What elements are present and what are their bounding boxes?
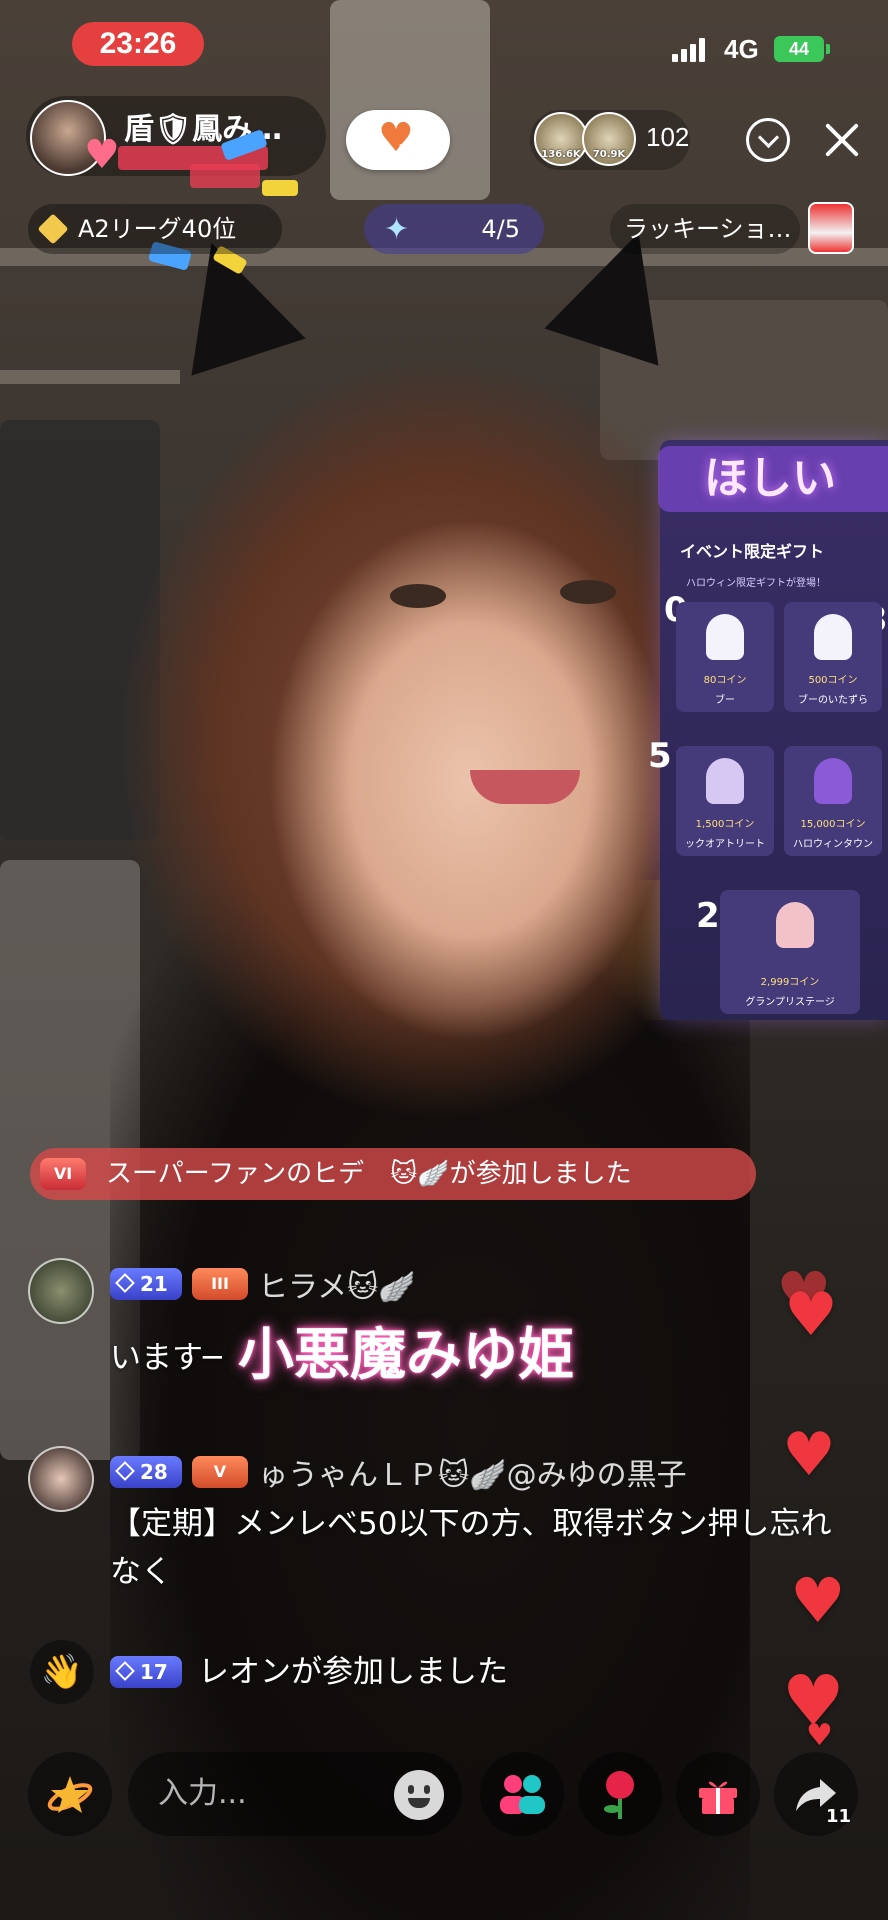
gift-card-name: ハロウィンタウン bbox=[793, 839, 873, 850]
live-stream-video: ほしい イベント限定ギフト ハロウィン限定ギフトが登場！ 0 3 5 20 80… bbox=[0, 0, 888, 1920]
gift-card: 15,000コイン ハロウィンタウン bbox=[784, 746, 882, 856]
gift-card-price: 2,999コイン bbox=[760, 977, 820, 988]
heart-sticker-icon: ♥ bbox=[84, 132, 120, 178]
close-icon[interactable] bbox=[820, 118, 864, 162]
wave-hand-icon[interactable]: 👋 bbox=[30, 1640, 94, 1704]
pumpkin-icon bbox=[814, 758, 852, 804]
gift-card: 80コイン ブー bbox=[676, 602, 774, 712]
chat-message-text: 【定期】メンレベ50以下の方、取得ボタン押し忘れなく bbox=[110, 1506, 832, 1590]
user-level-badge: 21 bbox=[110, 1268, 182, 1300]
gift-card-name: グランプリステージ bbox=[745, 997, 835, 1008]
chat-system-message: レオンが参加しました bbox=[198, 1654, 508, 1690]
fan-level-badge: VI bbox=[40, 1158, 86, 1190]
floating-heart-icon: ♥ bbox=[790, 1564, 846, 1637]
status-time: 23:26 bbox=[72, 22, 204, 66]
gift-button[interactable] bbox=[676, 1752, 760, 1836]
background-plush bbox=[330, 0, 490, 200]
battery-icon: 44 bbox=[774, 36, 830, 62]
gift-panel-banner: ほしい bbox=[658, 446, 888, 512]
gift-card: 500コイン ブーのいたずら bbox=[784, 602, 882, 712]
rose-icon bbox=[604, 1770, 634, 1819]
gift-card: 1,500コイン ックオアトリート bbox=[676, 746, 774, 856]
confetti-decoration bbox=[262, 180, 298, 196]
network-type: 4G bbox=[724, 34, 759, 64]
chevron-down-icon[interactable] bbox=[746, 118, 790, 162]
floating-heart-icon: ♥ bbox=[806, 1718, 833, 1753]
lucky-show-chip[interactable]: ラッキーショ… bbox=[610, 204, 800, 254]
floating-heart-icon: ♥ bbox=[784, 1280, 838, 1350]
magic-wand-icon: ✦ bbox=[384, 212, 410, 247]
top-viewer-avatar[interactable]: 70.9K bbox=[582, 112, 636, 166]
gift-card-name: ブーのいたずら bbox=[798, 695, 868, 706]
ghost-icon bbox=[706, 614, 744, 660]
share-count: 11 bbox=[826, 1806, 852, 1827]
gift-card-name: ックオアトリート bbox=[685, 839, 765, 850]
join-banner-text: スーパーファンのヒデ 🐱🪽が参加しました bbox=[106, 1159, 632, 1189]
top-viewer-avatar[interactable]: 136.6K bbox=[534, 112, 588, 166]
rose-gift-button[interactable] bbox=[578, 1752, 662, 1836]
confetti-decoration bbox=[190, 164, 260, 188]
chat-avatar[interactable] bbox=[28, 1258, 94, 1324]
people-icon bbox=[500, 1774, 545, 1814]
top-viewer-score: 136.6K bbox=[541, 149, 581, 160]
streamer-mouth bbox=[470, 770, 580, 804]
chat-username[interactable]: ゅうゃんＬＰ🐱🪽@みゆの黒子 bbox=[258, 1450, 687, 1494]
emoji-icon[interactable] bbox=[394, 1770, 444, 1820]
ghost-icon bbox=[706, 758, 744, 804]
user-level-badge: 17 bbox=[110, 1656, 182, 1688]
fan-level-badge: III bbox=[192, 1268, 248, 1300]
user-level-badge: 28 bbox=[110, 1456, 182, 1488]
name-sticker: 小悪魔みゆ姫 bbox=[238, 1323, 574, 1388]
gift-card-name: ブー bbox=[715, 695, 735, 706]
star-planet-button[interactable] bbox=[28, 1752, 112, 1836]
chat-avatar[interactable] bbox=[28, 1446, 94, 1512]
gift-card-price: 500コイン bbox=[808, 675, 858, 686]
gift-card: 2,999コイン グランプリステージ bbox=[720, 890, 860, 1014]
ghost-icon bbox=[814, 614, 852, 660]
collab-button[interactable] bbox=[480, 1752, 564, 1836]
streamer-eye bbox=[560, 580, 616, 604]
stage-icon bbox=[776, 902, 814, 948]
super-fan-join-banner: VI スーパーファンのヒデ 🐱🪽が参加しました bbox=[30, 1148, 756, 1200]
chat-username[interactable]: ヒラメ🐱🪽 bbox=[258, 1262, 416, 1306]
floating-heart-icon: ♥ bbox=[782, 1420, 836, 1490]
gift-card-price: 80コイン bbox=[703, 675, 747, 686]
gift-panel-number: 5 bbox=[648, 736, 672, 776]
follow-count: 29 bbox=[398, 140, 426, 164]
lucky-live-icon[interactable] bbox=[808, 202, 854, 254]
viewer-count[interactable]: 102 bbox=[646, 122, 689, 153]
planet-star-icon bbox=[47, 1775, 93, 1813]
gift-card-price: 15,000コイン bbox=[800, 819, 866, 830]
top-viewer-score: 70.9K bbox=[592, 149, 626, 160]
streamer-eye bbox=[390, 584, 446, 608]
fan-level-badge: V bbox=[192, 1456, 248, 1488]
gift-panel-title: イベント限定ギフト bbox=[680, 542, 825, 561]
signal-icon bbox=[672, 38, 706, 62]
gift-card-price: 1,500コイン bbox=[695, 819, 755, 830]
gift-box-icon bbox=[699, 1781, 737, 1814]
gift-panel-subtitle: ハロウィン限定ギフトが登場！ bbox=[686, 578, 826, 589]
